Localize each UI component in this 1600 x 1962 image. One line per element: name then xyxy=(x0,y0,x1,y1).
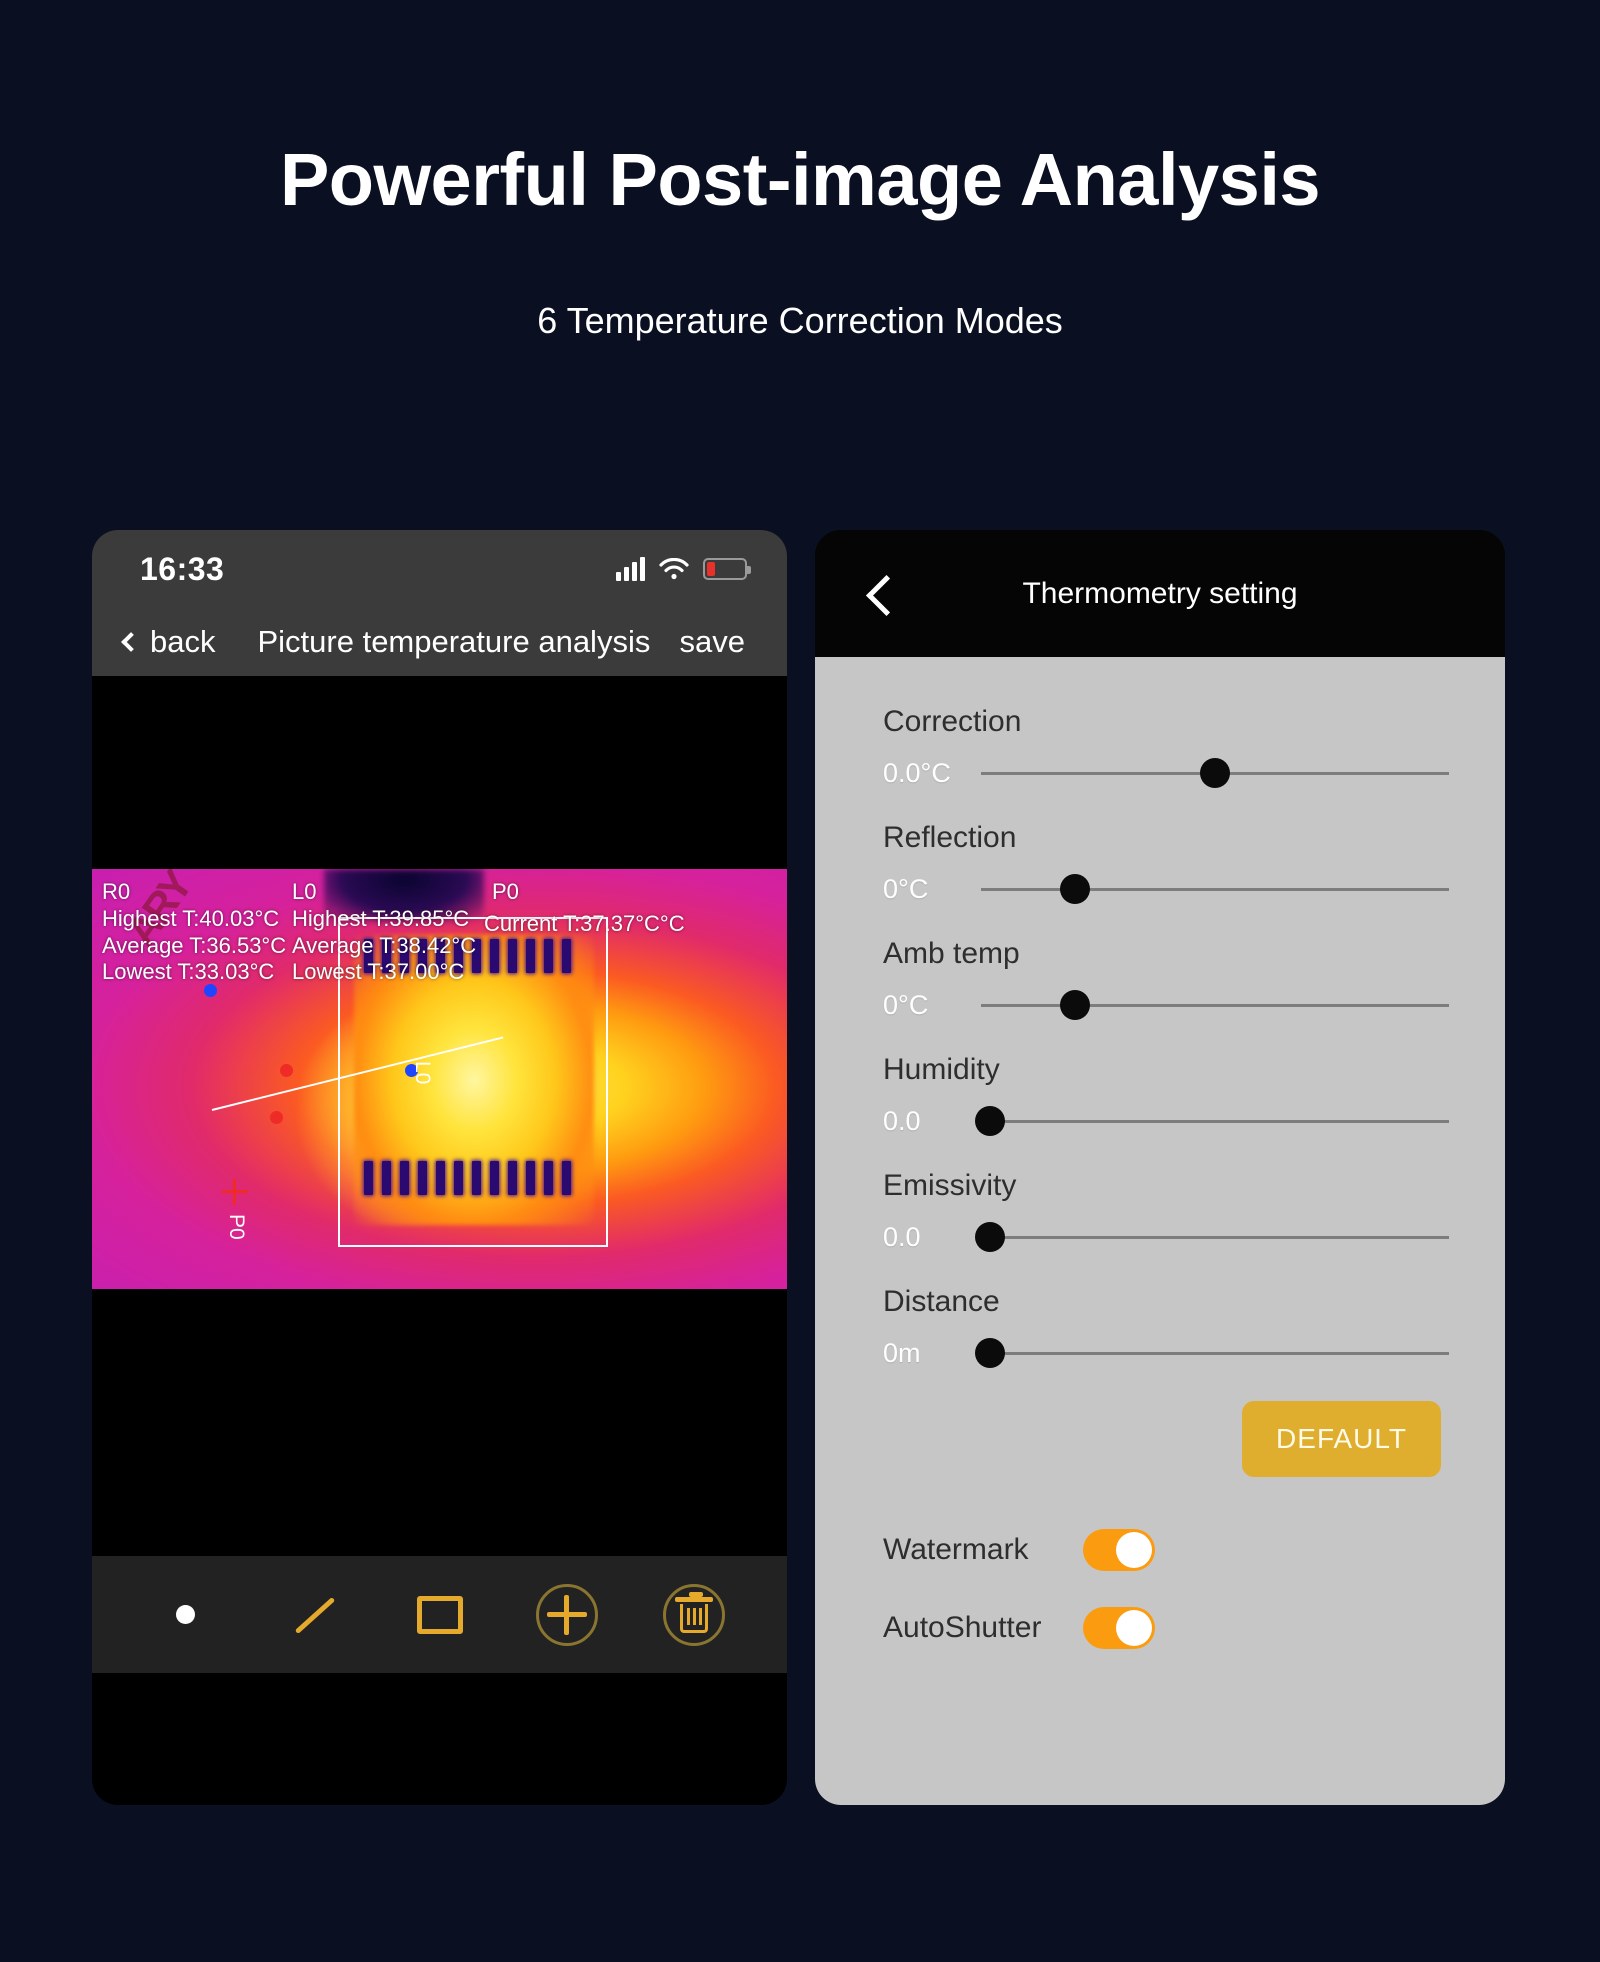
right-phone-mockup: Thermometry setting Correction 0.0°C Ref… xyxy=(815,530,1505,1805)
battery-low-icon xyxy=(703,558,751,580)
overlay-l0-lowest: Lowest T:37.00°C xyxy=(292,959,465,985)
back-button-label: back xyxy=(150,624,216,659)
add-tool[interactable] xyxy=(524,1572,610,1658)
thermometry-title: Thermometry setting xyxy=(1022,576,1298,610)
slider-distance-label: Distance xyxy=(883,1285,1000,1318)
page-root: Powerful Post-image Analysis 6 Temperatu… xyxy=(0,0,1600,1962)
overlay-l0-highest: Highest T:39.85°C xyxy=(292,905,470,931)
watermark-setting-row: Watermark xyxy=(883,1529,1449,1571)
watermark-label: Watermark xyxy=(883,1533,1029,1566)
back-button[interactable]: back xyxy=(121,624,216,660)
slider-distance-track[interactable] xyxy=(975,1338,1449,1368)
page-subtitle: 6 Temperature Correction Modes xyxy=(537,300,1063,341)
overlay-line-l0: L0 Highest T:39.85°C Average T:38.42°C L… xyxy=(292,879,476,986)
default-button-row: DEFAULT xyxy=(883,1401,1449,1477)
overlay-r0-name: R0 xyxy=(102,879,131,904)
rectangle-icon xyxy=(416,1595,463,1634)
point-marker-p0[interactable] xyxy=(270,1111,283,1124)
slider-humidity-label: Humidity xyxy=(883,1053,1000,1086)
slider-reflection-label: Reflection xyxy=(883,821,1017,854)
delete-tool[interactable] xyxy=(651,1572,737,1658)
overlay-r0-average: Average T:36.53°C xyxy=(102,932,287,958)
overlay-region-r0: R0 Highest T:40.03°C Average T:36.53°C L… xyxy=(102,879,286,986)
thermal-toolbar xyxy=(92,1556,787,1673)
slider-correction-track[interactable] xyxy=(981,758,1449,788)
chevron-left-icon xyxy=(121,632,141,652)
slider-correction-value: 0.0°C xyxy=(883,757,951,788)
slider-amb-temp-track[interactable] xyxy=(981,990,1449,1020)
signal-bars-icon xyxy=(616,557,645,581)
default-button[interactable]: DEFAULT xyxy=(1242,1401,1441,1477)
status-bar-icons xyxy=(616,557,751,581)
save-button[interactable]: save xyxy=(680,624,745,660)
slider-humidity: Humidity 0.0 xyxy=(883,1053,1449,1145)
slider-emissivity-knob[interactable] xyxy=(975,1222,1006,1252)
slider-humidity-knob[interactable] xyxy=(975,1106,1006,1136)
slider-correction-label: Correction xyxy=(883,705,1022,738)
wifi-icon xyxy=(659,557,689,580)
slider-amb-temp-label: Amb temp xyxy=(883,937,1020,970)
nav-bar: back Picture temperature analysis save xyxy=(92,608,787,676)
slider-reflection-knob[interactable] xyxy=(1059,874,1090,904)
overlay-point-p0-name: P0 xyxy=(492,879,519,904)
slider-emissivity-value: 0.0 xyxy=(883,1221,921,1252)
slider-humidity-track[interactable] xyxy=(975,1106,1449,1136)
status-bar: 16:33 xyxy=(92,530,787,608)
page-title: Powerful Post-image Analysis xyxy=(279,138,1321,221)
point-tool[interactable] xyxy=(143,1572,229,1658)
overlay-r0-highest: Highest T:40.03°C xyxy=(102,905,280,931)
overlay-r0-lowest: Lowest T:33.03°C xyxy=(102,959,275,985)
chip-pins-bottom xyxy=(364,1161,571,1195)
thermometry-settings-panel: Correction 0.0°C Reflection 0°C Amb temp… xyxy=(815,657,1505,1805)
slider-reflection-value: 0°C xyxy=(883,873,929,904)
nav-title: Picture temperature analysis xyxy=(257,624,651,659)
slider-distance-value: 0m xyxy=(883,1337,921,1368)
thermal-image[interactable]: ARY L0 P0 R0 Highest T:40.03°C Average T… xyxy=(92,869,787,1289)
line-icon xyxy=(286,1588,340,1642)
autoshutter-setting-row: AutoShutter xyxy=(883,1607,1449,1649)
thermometry-header: Thermometry setting xyxy=(815,530,1505,657)
slider-emissivity-label: Emissivity xyxy=(883,1169,1017,1202)
status-bar-time: 16:33 xyxy=(140,550,225,587)
marker-label-l0: L0 xyxy=(411,1061,434,1085)
slider-distance: Distance 0m xyxy=(883,1285,1449,1377)
slider-reflection: Reflection 0°C xyxy=(883,821,1449,913)
trash-circle-icon xyxy=(662,1583,725,1646)
plus-circle-icon xyxy=(535,1583,598,1646)
slider-emissivity: Emissivity 0.0 xyxy=(883,1169,1449,1261)
slider-amb-temp-value: 0°C xyxy=(883,989,929,1020)
overlay-point-p0-current: Current T:37.37°C°C xyxy=(484,911,685,936)
autoshutter-toggle[interactable] xyxy=(1083,1607,1155,1649)
rectangle-tool[interactable] xyxy=(397,1572,483,1658)
slider-humidity-value: 0.0 xyxy=(883,1105,921,1136)
slider-amb-temp: Amb temp 0°C xyxy=(883,937,1449,1029)
slider-amb-temp-knob[interactable] xyxy=(1059,990,1090,1020)
slider-reflection-track[interactable] xyxy=(981,874,1449,904)
slider-correction-knob[interactable] xyxy=(1200,758,1230,788)
overlay-l0-name: L0 xyxy=(292,879,317,904)
line-hotspot-marker[interactable] xyxy=(280,1064,293,1077)
chevron-left-icon[interactable] xyxy=(862,575,900,613)
watermark-toggle[interactable] xyxy=(1083,1529,1155,1571)
line-tool[interactable] xyxy=(270,1572,356,1658)
left-phone-mockup: 16:33 back Picture temperature analysis xyxy=(92,530,787,1805)
overlay-l0-average: Average T:38.42°C xyxy=(292,932,477,958)
autoshutter-label: AutoShutter xyxy=(883,1611,1042,1644)
crosshair-icon[interactable] xyxy=(222,1179,248,1205)
slider-emissivity-track[interactable] xyxy=(975,1222,1449,1252)
slider-distance-knob[interactable] xyxy=(975,1338,1006,1368)
point-dot-icon xyxy=(176,1605,195,1624)
slider-correction: Correction 0.0°C xyxy=(883,705,1449,797)
thermal-image-viewer[interactable]: ARY L0 P0 R0 Highest T:40.03°C Average T… xyxy=(92,676,787,1556)
marker-label-p0: P0 xyxy=(225,1214,248,1240)
